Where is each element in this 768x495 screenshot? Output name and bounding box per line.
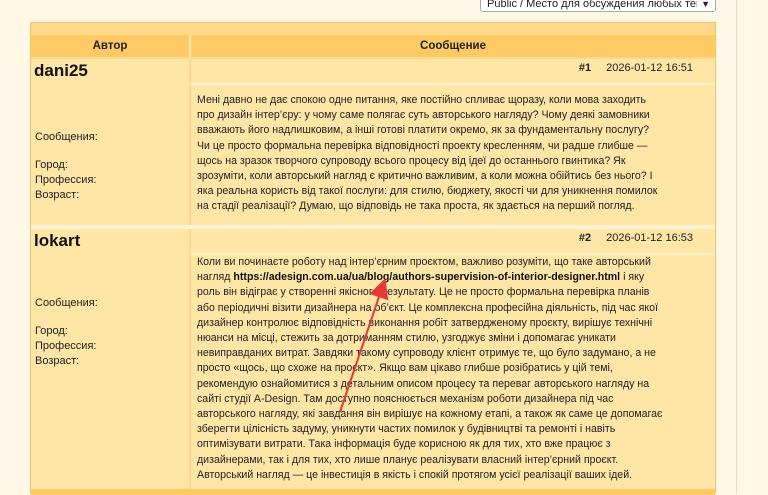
post-1-stat-profession: Профессия: — [35, 174, 97, 186]
top-bar: Public / Место для обсуждения любых тем … — [0, 0, 768, 14]
post-2-stat-profession: Профессия: — [35, 340, 97, 352]
post-2-text: Коли ви починаєте роботу над інтер’єрним… — [197, 255, 663, 483]
post-1-stat-age: Возраст: — [35, 189, 80, 201]
post-2-author-cell: lokart Сообщения: Город: Профессия: Возр… — [31, 229, 189, 489]
post-1-divider — [191, 83, 715, 85]
page-right-border — [736, 0, 737, 494]
header-author: Автор — [92, 40, 128, 52]
post-1-stat-messages: Сообщения: — [35, 131, 98, 143]
header-message: Сообщение — [420, 40, 486, 52]
post-1-stat-city: Город: — [35, 159, 68, 171]
post-2-stat-city: Город: — [35, 325, 68, 337]
table-header: Автор Сообщение — [31, 35, 715, 57]
post-1-author-cell: dani25 Сообщения: Город: Профессия: Возр… — [31, 59, 189, 225]
post-2-text-after-link: і яку роль він відіграє у створенні якіс… — [197, 271, 663, 481]
post-2-date: 2026-01-12 16:53 — [606, 232, 693, 244]
post-1-number[interactable]: #1 — [579, 62, 591, 74]
post-1-date: 2026-01-12 16:51 — [606, 62, 693, 74]
post-2-number[interactable]: #2 — [579, 232, 591, 244]
post-2-stat-messages: Сообщения: — [35, 297, 98, 309]
post-1-text: Мені давно не дає спокою одне питання, я… — [197, 94, 658, 213]
post-1-meta: #1 2026-01-12 16:51 — [579, 62, 693, 74]
table-footer-bar — [31, 489, 715, 495]
chevron-down-icon: ▼ — [701, 0, 710, 9]
forum-select-value: Public / Место для обсуждения любых тем — [487, 0, 697, 10]
post-2: lokart Сообщения: Город: Профессия: Возр… — [31, 229, 715, 489]
post-1-message-cell: #1 2026-01-12 16:51 Мені давно не дає сп… — [191, 59, 715, 225]
forum-table: Автор Сообщение dani25 Сообщения: Город:… — [30, 22, 716, 495]
post-1-author-name[interactable]: dani25 — [34, 61, 88, 81]
post-2-link[interactable]: https://adesign.com.ua/ua/blog/authors-s… — [233, 271, 620, 283]
post-2-meta: #2 2026-01-12 16:53 — [579, 232, 693, 244]
forum-select[interactable]: Public / Место для обсуждения любых тем … — [480, 0, 716, 12]
post-2-stat-age: Возраст: — [35, 355, 80, 367]
post-2-author-name[interactable]: lokart — [34, 231, 80, 251]
post-2-message-cell: #2 2026-01-12 16:53 Коли ви починаєте ро… — [191, 229, 715, 489]
post-1: dani25 Сообщения: Город: Профессия: Возр… — [31, 59, 715, 225]
